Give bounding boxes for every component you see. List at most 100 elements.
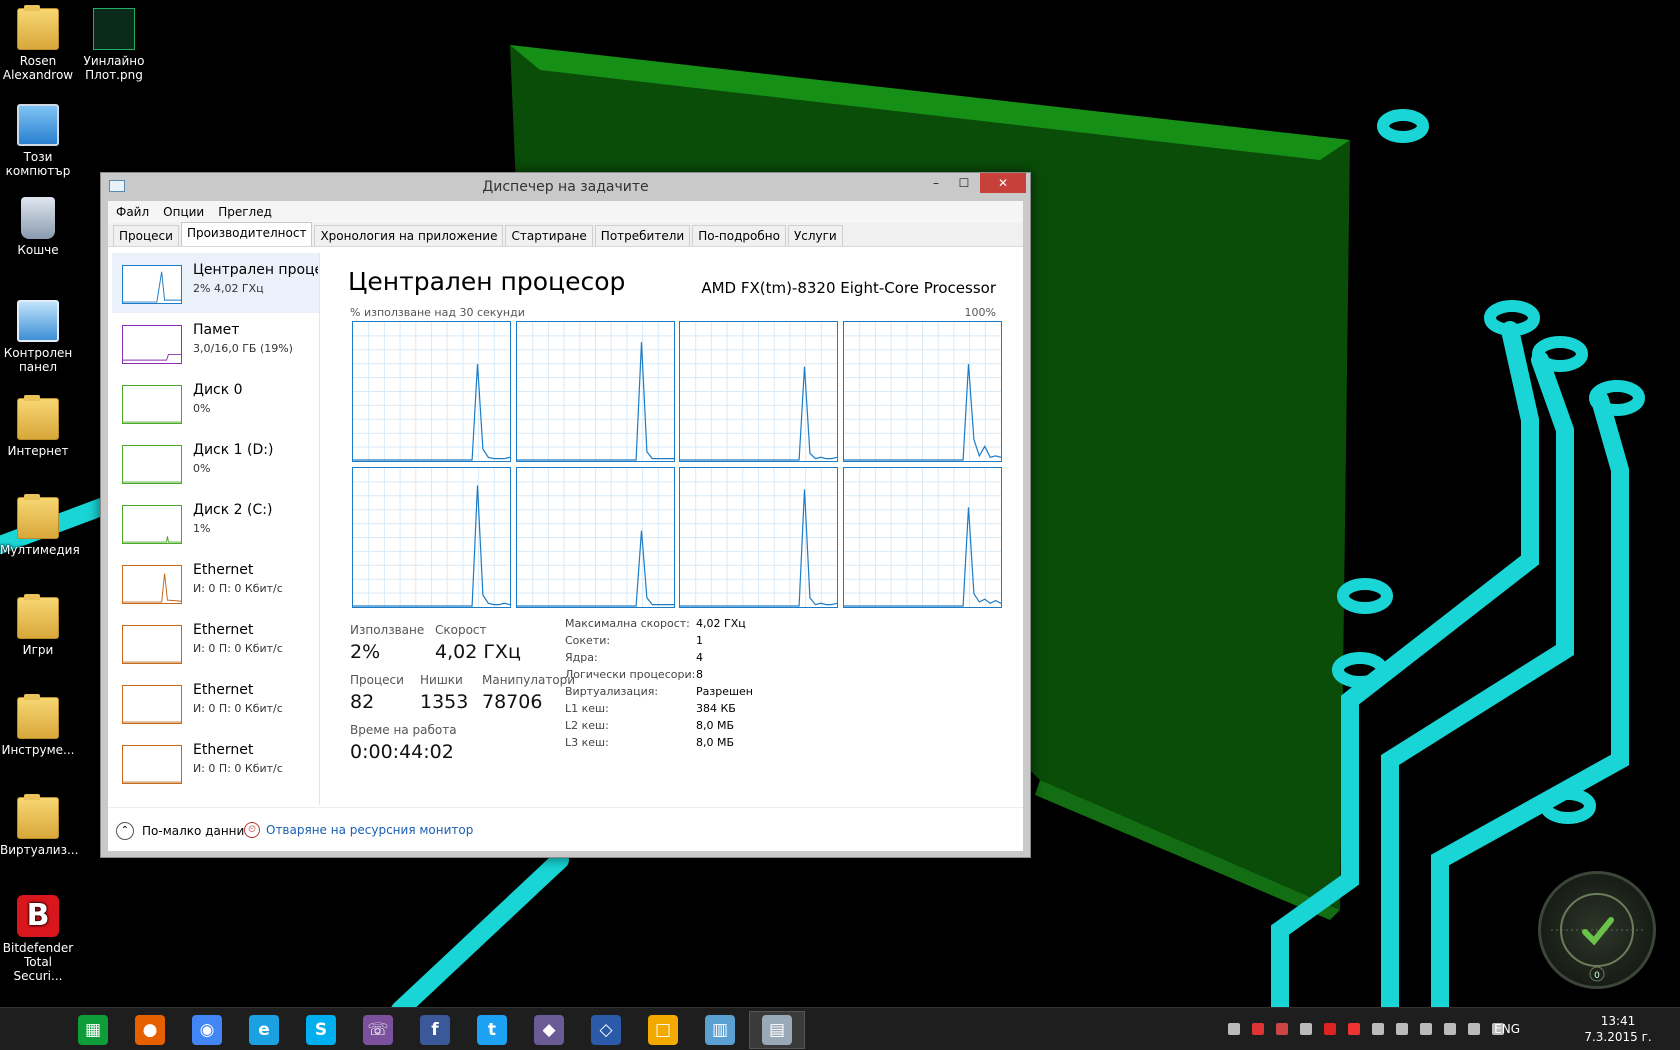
minimize-button[interactable]: – (922, 173, 950, 193)
desktop-icon[interactable]: Уинлайно Плот.png (76, 8, 152, 82)
speed-value: 4,02 ГХц (435, 641, 521, 663)
tab-processes[interactable]: Процеси (113, 225, 179, 246)
city-icon: ▥ (705, 1015, 735, 1045)
resource-value: 0% (193, 462, 211, 475)
taskbar-button[interactable]: t (464, 1011, 520, 1049)
desktop-icon[interactable]: Този компютър (0, 104, 76, 178)
gadget-count: 0 (1594, 971, 1600, 981)
cpu-core-graph (515, 321, 675, 462)
taskbar-button[interactable]: S (293, 1011, 349, 1049)
title-bar[interactable]: Диспечер на задачите – ☐ ✕ (101, 173, 1030, 201)
close-button[interactable]: ✕ (980, 173, 1026, 193)
desktop-icon[interactable]: Виртуализ... (0, 794, 78, 857)
usage-value: 2% (350, 641, 381, 663)
monitor-icon[interactable] (1444, 1023, 1456, 1035)
bitdefender-tray-icon[interactable] (1348, 1023, 1360, 1035)
tab-app-history[interactable]: Хронология на приложение (314, 225, 504, 246)
spec-label: L1 кеш: (565, 702, 609, 715)
desktop-icon-label: Контролен панел (3, 346, 73, 374)
spec-label: Виртуализация: (565, 685, 659, 698)
menu-file[interactable]: Файл (116, 205, 149, 219)
clock[interactable]: 13:41 7.3.2015 г. (1578, 1013, 1658, 1045)
resource-value: 1% (193, 522, 211, 535)
resource-item[interactable]: Ethernet И: 0 П: 0 Кбит/с (112, 553, 319, 613)
tab-bar: Процеси Производителност Хронология на п… (108, 222, 1023, 247)
desktop-icon-label: Игри (22, 643, 54, 657)
desktop-icon[interactable]: Мултимедия (0, 494, 80, 557)
tab-details[interactable]: По-подробно (692, 225, 786, 246)
window-icon[interactable] (1396, 1023, 1408, 1035)
desktop-icon[interactable]: Инструме... (0, 694, 76, 757)
tab-services[interactable]: Услуги (787, 225, 843, 246)
desktop-icon-label: Кошче (17, 243, 59, 257)
maximize-button[interactable]: ☐ (950, 173, 978, 193)
resource-value: 0% (193, 402, 211, 415)
taskbar-button[interactable]: ◇ (578, 1011, 634, 1049)
desktop-icon[interactable]: Rosen Alexandrow (0, 5, 76, 82)
clock-date: 7.3.2015 г. (1584, 1030, 1652, 1044)
threads-value: 1353 (420, 691, 469, 713)
resource-item[interactable]: Централен процесор 2% 4,02 ГХц (112, 253, 319, 313)
spec-value: Разрешен (696, 685, 753, 698)
resource-item[interactable]: Ethernet И: 0 П: 0 Кбит/с (112, 673, 319, 733)
network-icon[interactable] (1468, 1023, 1480, 1035)
resource-item[interactable]: Памет 3,0/16,0 ГБ (19%) (112, 313, 319, 373)
taskbar-button[interactable]: e (236, 1011, 292, 1049)
taskbar-button[interactable]: f (407, 1011, 463, 1049)
language-indicator[interactable]: ENG (1494, 1022, 1520, 1036)
cpu-core-graph (842, 321, 1002, 462)
resource-value: 2% 4,02 ГХц (193, 282, 264, 295)
recycle-bin-icon (21, 197, 55, 239)
blocked-icon[interactable] (1324, 1023, 1336, 1035)
taskbar-button[interactable]: ● (122, 1011, 178, 1049)
desktop-icon[interactable]: Игри (0, 594, 76, 657)
taskbar-button[interactable]: ◆ (521, 1011, 577, 1049)
start-button[interactable] (0, 1011, 56, 1049)
taskbar-button[interactable]: ▤ (749, 1011, 805, 1049)
resource-item[interactable]: Диск 1 (D:) 0% (112, 433, 319, 493)
desktop-icon[interactable]: Интернет (0, 395, 76, 458)
resource-value: И: 0 П: 0 Кбит/с (193, 642, 283, 655)
cpu-core-graph (679, 321, 838, 462)
taskbar-button[interactable]: ▥ (692, 1011, 748, 1049)
chevron-up-icon: ⌃ (116, 822, 134, 840)
spec-value: 1 (696, 634, 703, 647)
resource-monitor-link[interactable]: ⏲ Отваряне на ресурсния монитор (244, 822, 473, 838)
tab-users[interactable]: Потребители (594, 225, 691, 246)
tab-performance[interactable]: Производителност (180, 222, 313, 246)
onedrive-icon[interactable] (1420, 1023, 1432, 1035)
resource-item[interactable]: Диск 0 0% (112, 373, 319, 433)
resource-item[interactable]: Ethernet И: 0 П: 0 Кбит/с (112, 733, 319, 793)
desktop-icon-label: Уинлайно Плот.png (83, 54, 145, 82)
desktop-icon-label: Мултимедия (0, 543, 80, 557)
taskbar-button[interactable]: ◉ (179, 1011, 235, 1049)
menu-options[interactable]: Опции (163, 205, 204, 219)
desktop-icon[interactable]: Контролен панел (0, 300, 76, 374)
task-manager-icon: ▤ (762, 1015, 792, 1045)
chrome-icon: ◉ (192, 1015, 222, 1045)
taskbar-button[interactable]: ▦ (65, 1011, 121, 1049)
resource-list: Централен процесор 2% 4,02 ГХц Памет 3,0/16… (112, 253, 320, 805)
desktop-icon[interactable]: Кошче (0, 197, 76, 257)
antivirus-icon[interactable] (1252, 1023, 1264, 1035)
notification-icon[interactable] (1228, 1023, 1240, 1035)
virtualbox-icon: ◇ (591, 1015, 621, 1045)
desktop-icon-label: Инструме... (1, 743, 75, 757)
chart-caption: % използване над 30 секунди (350, 306, 525, 319)
resource-item[interactable]: Ethernet И: 0 П: 0 Кбит/с (112, 613, 319, 673)
cpu-core-graph (352, 321, 511, 462)
speaker-muted-icon[interactable] (1276, 1023, 1288, 1035)
resource-item[interactable]: Диск 2 (C:) 1% (112, 493, 319, 553)
menu-view[interactable]: Преглед (218, 205, 272, 219)
tray-app-icon[interactable] (1372, 1023, 1384, 1035)
desktop-icon[interactable]: B Bitdefender Total Securi... (0, 895, 76, 983)
fewer-details-button[interactable]: ⌃ По-малко данни (116, 822, 244, 840)
settings-icon[interactable] (1300, 1023, 1312, 1035)
cpu-core-graph (515, 467, 675, 608)
processes-label: Процеси (350, 673, 404, 687)
folder-icon (17, 794, 59, 839)
taskbar-button[interactable]: ☏ (350, 1011, 406, 1049)
taskbar-button[interactable]: □ (635, 1011, 691, 1049)
tab-startup[interactable]: Стартиране (505, 225, 593, 246)
security-gadget[interactable]: 0 (1538, 871, 1656, 989)
